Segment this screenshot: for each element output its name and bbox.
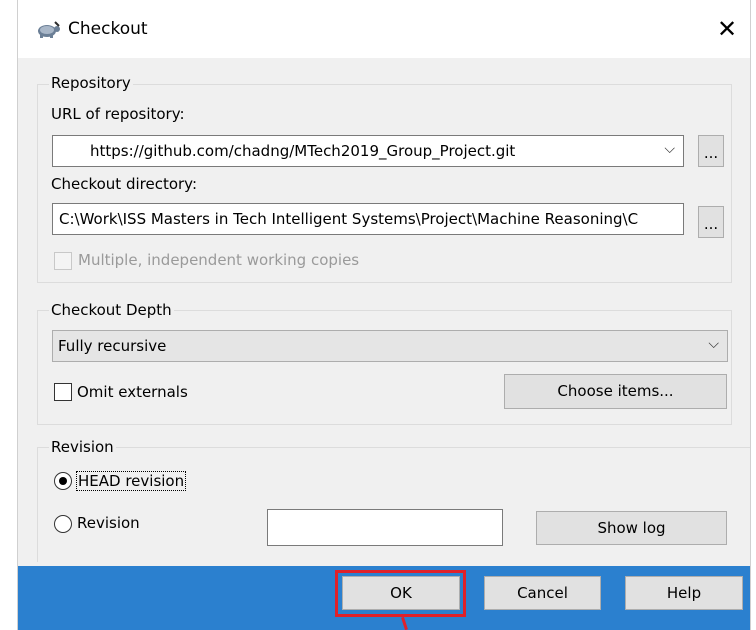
checkout-directory-input[interactable]: C:\Work\ISS Masters in Tech Intelligent …	[52, 203, 684, 235]
checkout-directory-value: C:\Work\ISS Masters in Tech Intelligent …	[59, 210, 639, 228]
repository-legend: Repository	[49, 74, 133, 92]
help-button[interactable]: Help	[625, 576, 743, 610]
omit-externals-checkbox[interactable]	[54, 383, 72, 401]
revision-radio[interactable]	[54, 515, 72, 533]
url-combobox[interactable]: https://github.com/chadng/MTech2019_Grou…	[52, 135, 684, 167]
head-revision-radio[interactable]	[54, 472, 72, 490]
choose-items-button[interactable]: Choose items...	[504, 374, 727, 409]
close-button[interactable]: ✕	[709, 11, 745, 47]
ok-highlight-annotation	[335, 570, 466, 617]
show-log-button[interactable]: Show log	[536, 511, 727, 545]
revision-input[interactable]	[267, 509, 503, 546]
tortoise-icon	[38, 21, 60, 38]
window-title: Checkout	[68, 19, 148, 39]
cancel-button[interactable]: Cancel	[484, 576, 601, 610]
depth-dropdown[interactable]: Fully recursive ⌵	[52, 330, 728, 362]
depth-selected: Fully recursive	[58, 337, 167, 355]
title-bar[interactable]: Checkout ✕	[18, 0, 750, 58]
url-label: URL of repository:	[51, 105, 185, 123]
browse-directory-button[interactable]: ...	[698, 206, 724, 238]
checkout-directory-label: Checkout directory:	[51, 175, 198, 193]
close-icon: ✕	[716, 15, 738, 43]
revision-legend: Revision	[49, 438, 116, 456]
chevron-down-icon[interactable]: ⌵	[664, 141, 675, 157]
multiple-copies-label: Multiple, independent working copies	[78, 251, 360, 269]
checkout-depth-legend: Checkout Depth	[49, 301, 174, 319]
multiple-copies-checkbox[interactable]	[54, 252, 72, 270]
omit-externals-label: Omit externals	[77, 383, 188, 401]
chevron-down-icon[interactable]: ⌵	[708, 336, 719, 352]
head-revision-label: HEAD revision	[76, 471, 187, 491]
browse-url-button[interactable]: ...	[698, 135, 724, 167]
url-value: https://github.com/chadng/MTech2019_Grou…	[90, 142, 516, 160]
revision-label: Revision	[77, 514, 140, 532]
checkout-dialog: Checkout ✕ Repository URL of repository:…	[17, 0, 751, 630]
